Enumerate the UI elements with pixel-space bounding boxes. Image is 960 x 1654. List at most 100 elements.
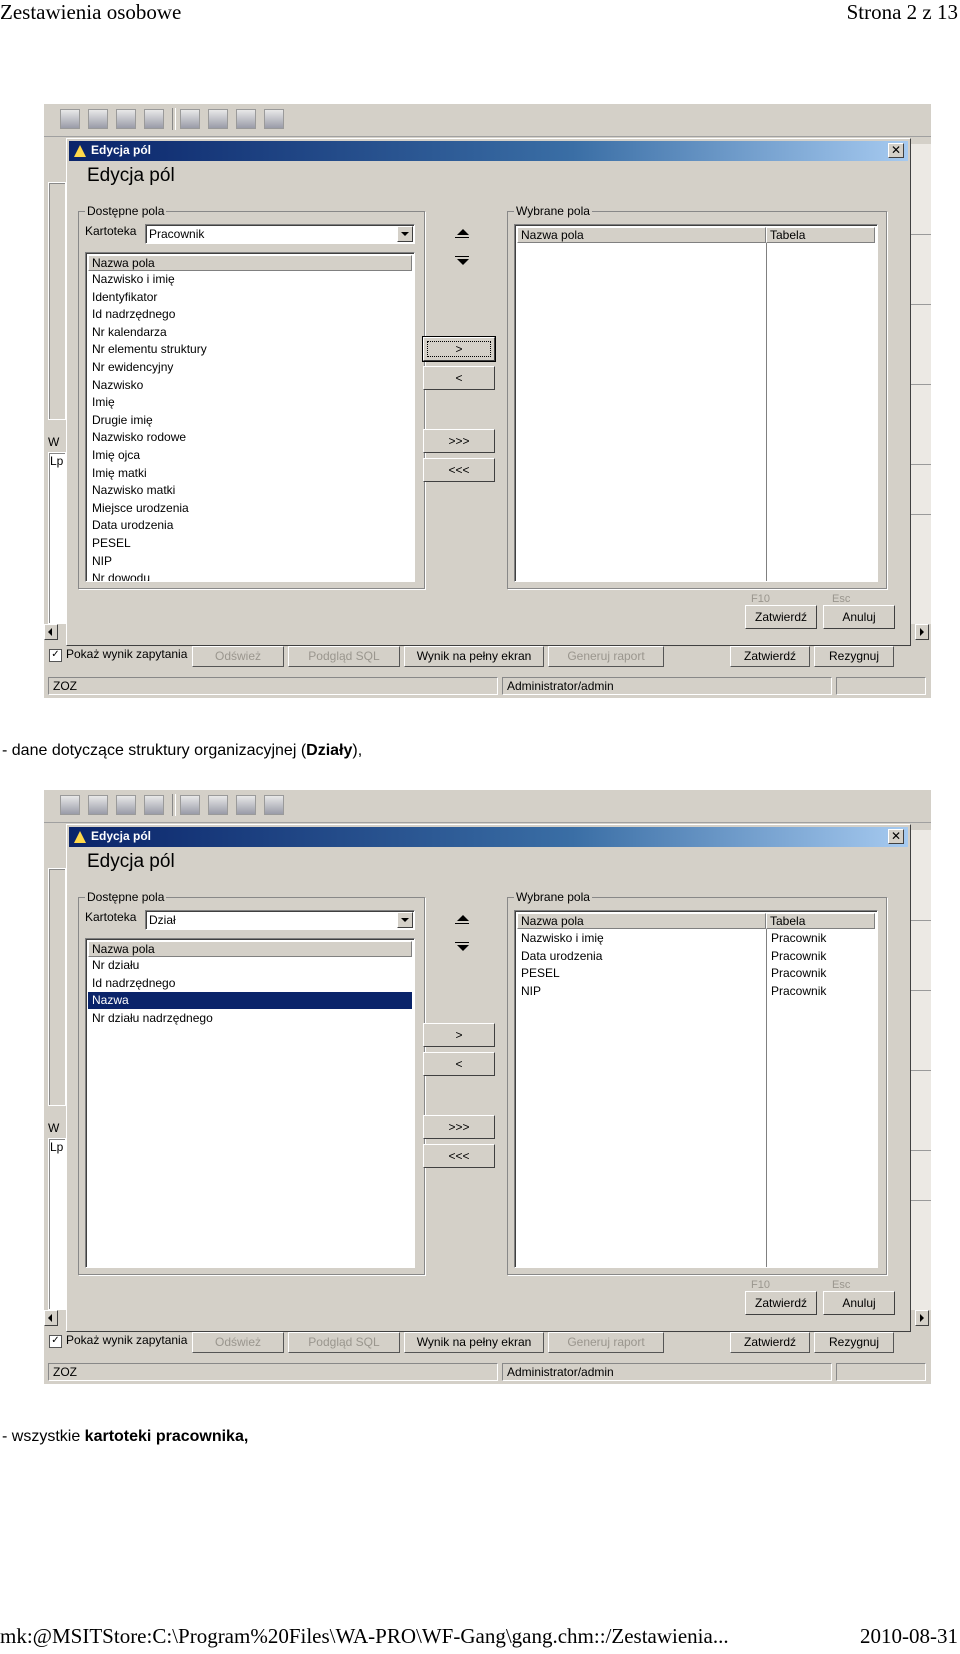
app-cancel-button[interactable]: Rezygnuj — [814, 1332, 894, 1353]
available-field-item[interactable]: Nr działu nadrzędnego — [88, 1010, 412, 1027]
add-all-button[interactable]: >>> — [423, 1115, 495, 1139]
cancel-button[interactable]: Anuluj — [823, 1291, 895, 1315]
selected-field-name[interactable]: Nazwisko i imię — [517, 930, 604, 947]
dialog-titlebar[interactable]: Edycja pól ✕ — [69, 141, 908, 161]
show-result-checkbox[interactable]: ✓ — [49, 649, 62, 662]
scroll-right-button[interactable] — [915, 1310, 929, 1326]
available-field-item[interactable]: PESEL — [88, 535, 412, 552]
sql-preview-button[interactable]: Podgląd SQL — [288, 1332, 400, 1353]
available-field-item[interactable]: Nazwisko matki — [88, 482, 412, 499]
available-field-item[interactable]: Drugie imię — [88, 412, 412, 429]
toolbar-print-icon[interactable] — [236, 109, 256, 129]
selected-field-name[interactable]: PESEL — [517, 965, 560, 982]
kartoteka-select[interactable]: Dział — [145, 910, 415, 930]
available-fields-list[interactable]: Nazwa pola Nr działu Id nadrzędnego Nazwa N… — [85, 938, 415, 1268]
bg-panel — [48, 182, 66, 420]
toolbar-window-icon[interactable] — [144, 109, 164, 129]
refresh-button[interactable]: Odśwież — [192, 1332, 284, 1353]
available-column-header[interactable]: Nazwa pola — [88, 255, 412, 271]
available-field-item[interactable]: NIP — [88, 553, 412, 570]
move-up-icon[interactable] — [454, 913, 470, 929]
cancel-button[interactable]: Anuluj — [823, 605, 895, 629]
selected-column-field[interactable]: Nazwa pola — [517, 227, 766, 243]
kartoteka-select[interactable]: Pracownik — [145, 224, 415, 244]
available-fields-list[interactable]: Nazwa pola Nazwisko i imię Identyfikator I… — [85, 252, 415, 582]
toolbar-companies-icon[interactable] — [60, 795, 80, 815]
selected-field-table[interactable]: Pracownik — [767, 930, 826, 947]
add-all-button[interactable]: >>> — [423, 429, 495, 453]
chevron-down-icon[interactable] — [397, 912, 413, 928]
selected-field-name[interactable]: NIP — [517, 983, 541, 1000]
available-field-item[interactable]: Id nadrzędnego — [88, 306, 412, 323]
toolbar-home-icon[interactable] — [116, 109, 136, 129]
generate-report-button[interactable]: Generuj raport — [548, 646, 664, 667]
toolbar-report-icon[interactable] — [208, 795, 228, 815]
available-field-item[interactable]: Nr kalendarza — [88, 324, 412, 341]
available-field-item[interactable]: Data urodzenia — [88, 517, 412, 534]
available-field-item[interactable]: Nr dowodu — [88, 570, 412, 581]
available-field-item[interactable]: Identyfikator — [88, 289, 412, 306]
scroll-left-button[interactable] — [44, 624, 58, 640]
available-field-item[interactable]: Imię ojca — [88, 447, 412, 464]
selected-column-table[interactable]: Tabela — [766, 913, 875, 929]
selected-field-table[interactable]: Pracownik — [767, 965, 826, 982]
sql-preview-button[interactable]: Podgląd SQL — [288, 646, 400, 667]
refresh-button[interactable]: Odśwież — [192, 646, 284, 667]
move-up-icon[interactable] — [454, 227, 470, 243]
available-field-item[interactable]: Imię matki — [88, 465, 412, 482]
scroll-left-button[interactable] — [44, 1310, 58, 1326]
toolbar-calendar-icon[interactable] — [180, 795, 200, 815]
ok-button[interactable]: Zatwierdź — [745, 605, 817, 629]
move-down-icon[interactable] — [454, 253, 470, 269]
toolbar-print-icon[interactable] — [236, 795, 256, 815]
available-field-item[interactable]: Id nadrzędnego — [88, 975, 412, 992]
selected-fields-grid[interactable]: Nazwa pola Tabela — [514, 224, 878, 582]
selected-fields-grid[interactable]: Nazwa pola Tabela Nazwisko i imię Pracown… — [514, 910, 878, 1268]
available-field-item[interactable]: Nazwa — [88, 992, 412, 1010]
fullscreen-result-button[interactable]: Wynik na pełny ekran — [404, 1332, 544, 1353]
available-field-item[interactable]: Nazwisko i imię — [88, 271, 412, 288]
available-field-item[interactable]: Miejsce urodzenia — [88, 500, 412, 517]
selected-field-table[interactable]: Pracownik — [767, 948, 826, 965]
selected-field-table[interactable]: Pracownik — [767, 983, 826, 1000]
move-down-icon[interactable] — [454, 939, 470, 955]
remove-field-button[interactable]: < — [423, 366, 495, 390]
available-field-item[interactable]: Nazwisko — [88, 377, 412, 394]
available-column-header[interactable]: Nazwa pola — [88, 941, 412, 957]
available-field-item[interactable]: Nr działu — [88, 957, 412, 974]
app-ok-button[interactable]: Zatwierdź — [730, 1332, 810, 1353]
close-icon[interactable]: ✕ — [888, 143, 904, 158]
add-field-button[interactable]: > — [423, 1023, 495, 1047]
selected-column-field[interactable]: Nazwa pola — [517, 913, 766, 929]
generate-report-button[interactable]: Generuj raport — [548, 1332, 664, 1353]
fullscreen-result-button[interactable]: Wynik na pełny ekran — [404, 646, 544, 667]
selected-column-table[interactable]: Tabela — [766, 227, 875, 243]
close-icon[interactable]: ✕ — [888, 829, 904, 844]
app-ok-button[interactable]: Zatwierdź — [730, 646, 810, 667]
toolbar-structure-icon[interactable] — [88, 795, 108, 815]
app-cancel-button[interactable]: Rezygnuj — [814, 646, 894, 667]
add-field-button[interactable]: > — [422, 336, 496, 362]
show-result-checkbox[interactable]: ✓ — [49, 1335, 62, 1348]
toolbar-home-icon[interactable] — [116, 795, 136, 815]
available-field-item[interactable]: Imię — [88, 394, 412, 411]
dialog-titlebar[interactable]: Edycja pól ✕ — [69, 827, 908, 847]
toolbar-companies-icon[interactable] — [60, 109, 80, 129]
scroll-right-button[interactable] — [915, 624, 929, 640]
available-field-item[interactable]: Nr elementu struktury — [88, 341, 412, 358]
remove-all-button[interactable]: <<< — [423, 458, 495, 482]
chevron-down-icon[interactable] — [397, 226, 413, 242]
toolbar-tools-icon[interactable] — [264, 795, 284, 815]
selected-field-name[interactable]: Data urodzenia — [517, 948, 602, 965]
toolbar-window-icon[interactable] — [144, 795, 164, 815]
toolbar-calendar-icon[interactable] — [180, 109, 200, 129]
toolbar-tools-icon[interactable] — [264, 109, 284, 129]
toolbar-report-icon[interactable] — [208, 109, 228, 129]
remove-all-button[interactable]: <<< — [423, 1144, 495, 1168]
remove-field-button[interactable]: < — [423, 1052, 495, 1076]
dialog-title: Edycja pól — [91, 829, 152, 843]
available-field-item[interactable]: Nr ewidencyjny — [88, 359, 412, 376]
toolbar-structure-icon[interactable] — [88, 109, 108, 129]
available-field-item[interactable]: Nazwisko rodowe — [88, 429, 412, 446]
ok-button[interactable]: Zatwierdź — [745, 1291, 817, 1315]
